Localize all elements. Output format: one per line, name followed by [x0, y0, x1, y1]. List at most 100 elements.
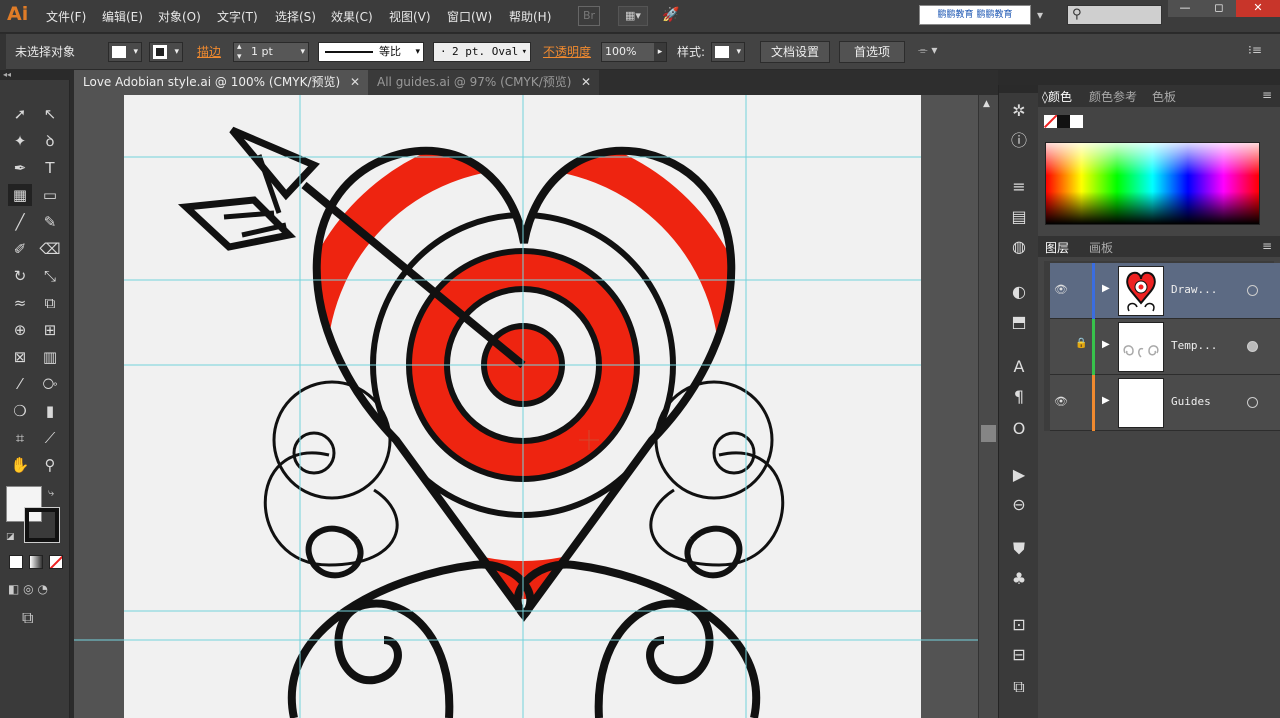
- eraser-tool-icon[interactable]: ⌫: [38, 238, 62, 260]
- stroke-label[interactable]: 描边: [197, 43, 221, 60]
- menu-5[interactable]: 效果(C): [331, 8, 373, 25]
- none-swatch[interactable]: [1044, 115, 1057, 128]
- layer-row-template[interactable]: 🔒 ▶ Temp...: [1050, 319, 1280, 375]
- stroke-color-box[interactable]: [24, 507, 60, 543]
- menu-1[interactable]: 编辑(E): [102, 8, 143, 25]
- tools-panel-collapse[interactable]: ◂◂: [0, 70, 70, 80]
- gradient-tool-icon[interactable]: ▥: [38, 346, 62, 368]
- canvas[interactable]: [74, 95, 978, 718]
- target-circle-icon[interactable]: [1247, 397, 1258, 408]
- screen-mode-icon[interactable]: ⧉: [22, 608, 33, 628]
- menu-7[interactable]: 窗口(W): [447, 8, 492, 25]
- tab-swatches[interactable]: 色板: [1152, 88, 1176, 105]
- tab-love-adobian[interactable]: Love Adobian style.ai @ 100% (CMYK/预览) ✕: [74, 70, 368, 95]
- free-transform-tool-icon[interactable]: ⧉: [38, 292, 62, 314]
- artboards-icon[interactable]: ⧉: [1007, 675, 1031, 699]
- layer-name[interactable]: Temp...: [1171, 339, 1217, 352]
- pen-tool-icon[interactable]: ✒: [8, 157, 32, 179]
- color-panel-menu-icon[interactable]: ≡: [1262, 88, 1272, 102]
- selection-tool-icon[interactable]: ➚: [8, 103, 32, 125]
- document-setup-button[interactable]: 文档设置: [760, 41, 830, 63]
- menu-3[interactable]: 文字(T): [217, 8, 258, 25]
- pencil-tool-icon[interactable]: ✎: [38, 211, 62, 233]
- arrange-documents-button[interactable]: ▦▾: [618, 6, 648, 26]
- gradient-swatch-icon[interactable]: ▤: [1007, 205, 1031, 229]
- tab-color-guide[interactable]: 颜色参考: [1089, 88, 1137, 105]
- blob-brush-tool-icon[interactable]: ✐: [8, 238, 32, 260]
- scale-tool-icon[interactable]: ⤡: [38, 265, 62, 287]
- align-icon[interactable]: ≡: [1007, 175, 1031, 199]
- transform-icon[interactable]: ⊡: [1007, 613, 1031, 637]
- paragraph-icon[interactable]: ¶: [1007, 385, 1031, 409]
- close-button[interactable]: ✕: [1236, 0, 1280, 17]
- visibility-eye-icon[interactable]: 👁: [1054, 395, 1068, 408]
- expand-arrow-icon[interactable]: ▶: [1102, 283, 1110, 294]
- character-icon[interactable]: A: [1007, 355, 1031, 379]
- scroll-up-arrow[interactable]: ▲: [983, 99, 990, 109]
- tab-all-guides[interactable]: All guides.ai @ 97% (CMYK/预览) ✕: [368, 70, 599, 95]
- graphic-styles-icon[interactable]: ⬒: [1007, 310, 1031, 334]
- opentype-icon[interactable]: O: [1007, 417, 1031, 441]
- menu-6[interactable]: 视图(V): [389, 8, 431, 25]
- magic-wand-tool-icon[interactable]: ✦: [8, 130, 32, 152]
- restore-button[interactable]: ◻: [1202, 0, 1236, 17]
- bridge-button[interactable]: Br: [578, 6, 600, 26]
- slice-tool-icon[interactable]: ⟋: [38, 427, 62, 449]
- variable-width-profile[interactable]: 等比 ▾: [318, 42, 424, 62]
- none-mode-icon[interactable]: [49, 555, 63, 569]
- menu-0[interactable]: 文件(F): [46, 8, 86, 25]
- type-tool-icon[interactable]: T: [38, 157, 62, 179]
- actions-icon[interactable]: ▶: [1007, 463, 1031, 487]
- grid-tool-icon[interactable]: ▦: [8, 184, 32, 206]
- visibility-eye-icon[interactable]: 👁: [1054, 283, 1068, 296]
- tab-color[interactable]: ◊颜色: [1042, 88, 1072, 105]
- blend-tool-icon[interactable]: ⧂: [38, 373, 62, 395]
- paintbrush-tool-icon[interactable]: ╱: [8, 211, 32, 233]
- opacity-field[interactable]: 100% ▸: [601, 42, 667, 62]
- workspace-switcher[interactable]: ▾: [1037, 8, 1043, 22]
- minimize-button[interactable]: —: [1168, 0, 1202, 17]
- target-circle-icon[interactable]: [1247, 285, 1258, 296]
- links-icon[interactable]: ⊖: [1007, 493, 1031, 517]
- column-graph-tool-icon[interactable]: ▮: [38, 400, 62, 422]
- lasso-tool-icon[interactable]: ꝺ: [38, 130, 62, 152]
- direct-selection-tool-icon[interactable]: ↖: [38, 103, 62, 125]
- default-colors-icon[interactable]: ◪: [6, 532, 15, 542]
- info-icon[interactable]: ⓘ: [1007, 129, 1031, 153]
- artwork[interactable]: [74, 95, 978, 718]
- brush-definition[interactable]: · 2 pt. Oval ▾: [433, 42, 531, 62]
- symbols-icon[interactable]: ♣: [1007, 567, 1031, 591]
- layer-name[interactable]: Guides: [1171, 395, 1211, 408]
- close-tab-icon[interactable]: ✕: [581, 70, 591, 95]
- preferences-button[interactable]: 首选项: [839, 41, 905, 63]
- lock-icon[interactable]: 🔒: [1075, 338, 1087, 349]
- mesh-tool-icon[interactable]: ⊠: [8, 346, 32, 368]
- hand-tool-icon[interactable]: ✋: [8, 454, 32, 476]
- color-mode-icon[interactable]: [9, 555, 23, 569]
- artboard-tool-icon[interactable]: ⌗: [8, 427, 32, 449]
- layer-row-guides[interactable]: 👁 ▶ Guides: [1050, 375, 1280, 431]
- brushes-icon[interactable]: ⛊: [1007, 537, 1031, 561]
- rectangle-tool-icon[interactable]: ▭: [38, 184, 62, 206]
- layer-row-draw[interactable]: 👁 ▶ Draw...: [1050, 263, 1280, 319]
- gpu-rocket-icon[interactable]: 🚀: [659, 6, 683, 26]
- draw-modes-icon[interactable]: ◧ ◎ ◔: [8, 582, 62, 598]
- layer-name[interactable]: Draw...: [1171, 283, 1217, 296]
- menu-4[interactable]: 选择(S): [275, 8, 316, 25]
- fill-swatch[interactable]: ▾: [108, 42, 142, 62]
- eyedropper-tool-icon[interactable]: ⁄: [8, 373, 32, 395]
- control-panel-menu-icon[interactable]: ⁝≡: [1248, 43, 1262, 57]
- tab-layers[interactable]: 图层: [1045, 239, 1069, 256]
- color-spectrum[interactable]: [1045, 142, 1260, 225]
- stroke-weight-field[interactable]: ▴ ▾ 1 pt ▾: [233, 42, 309, 62]
- pathfinder-icon[interactable]: ⊟: [1007, 643, 1031, 667]
- zoom-tool-icon[interactable]: ⚲: [38, 454, 62, 476]
- stroke-swatch[interactable]: ▾: [149, 42, 183, 62]
- control-bar-grip[interactable]: [0, 34, 6, 70]
- help-search-input[interactable]: ⚲: [1067, 5, 1162, 25]
- opacity-label[interactable]: 不透明度: [543, 43, 591, 60]
- layers-panel-menu-icon[interactable]: ≡: [1262, 239, 1272, 253]
- scroll-thumb[interactable]: [981, 425, 996, 442]
- warp-tool-icon[interactable]: ≈: [8, 292, 32, 314]
- white-swatch[interactable]: [1070, 115, 1083, 128]
